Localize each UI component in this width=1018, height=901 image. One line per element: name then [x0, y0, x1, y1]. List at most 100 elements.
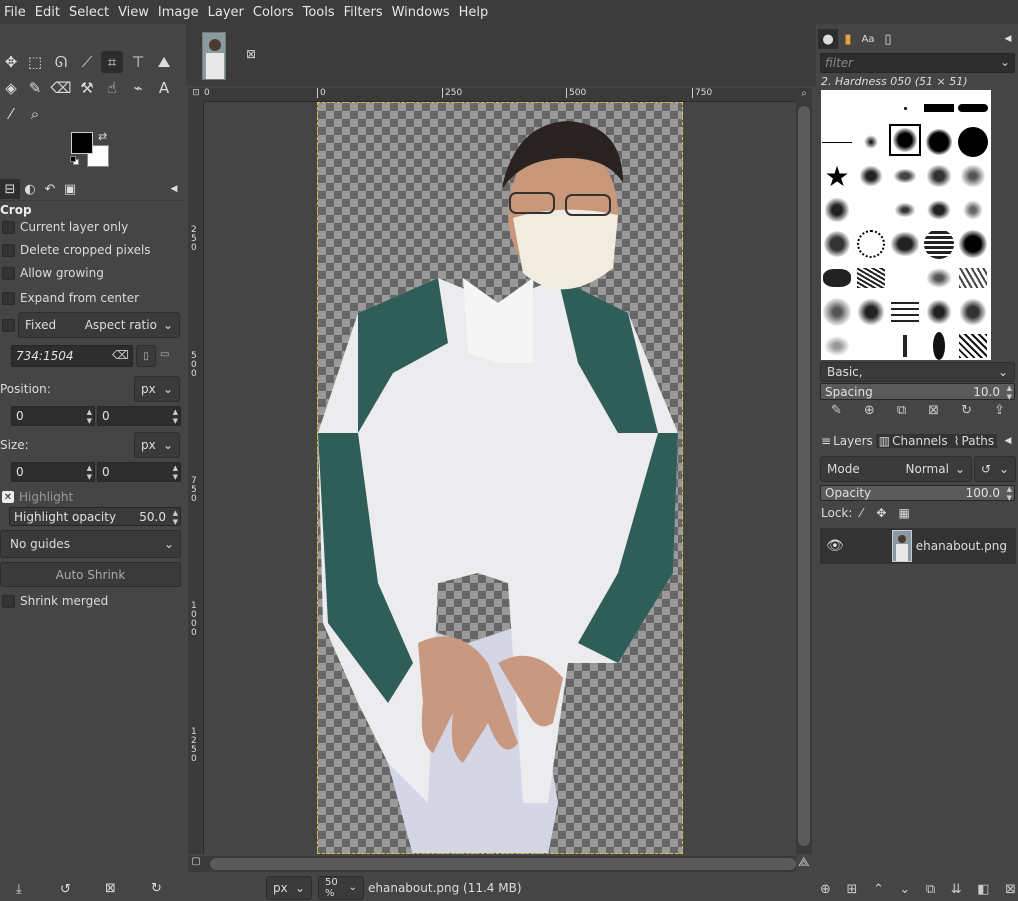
color-picker-tool-icon[interactable]: ⁄ — [0, 103, 22, 125]
swap-colors-icon[interactable]: ⇄ — [98, 130, 107, 143]
brush-item[interactable] — [957, 296, 989, 328]
new-layer-icon[interactable]: ⊕ — [820, 882, 831, 900]
restore-options-icon[interactable]: ↺ — [60, 882, 71, 897]
configure-tab-icon[interactable]: ◀ — [164, 179, 184, 199]
smudge-tool-icon[interactable]: ☝ — [101, 77, 123, 99]
patterns-tab-icon[interactable]: ▮ — [838, 29, 858, 49]
configure-tab-icon[interactable]: ◀ — [998, 29, 1018, 49]
brush-item[interactable] — [821, 330, 853, 362]
brush-grid[interactable]: ★ — [821, 90, 991, 360]
brush-item[interactable] — [855, 160, 887, 192]
menu-edit[interactable]: Edit — [31, 5, 65, 20]
bucket-fill-tool-icon[interactable]: ◈ — [0, 77, 22, 99]
menu-select[interactable]: Select — [65, 5, 114, 20]
crop-tool-icon[interactable]: ⌗ — [101, 51, 123, 73]
brush-item[interactable] — [923, 92, 955, 124]
checkbox-icon[interactable] — [2, 243, 15, 257]
images-tab-icon[interactable]: ▣ — [60, 179, 80, 199]
size-height-input[interactable]: 0 ▲ ▼ — [97, 462, 181, 482]
horizontal-scroll-thumb[interactable] — [210, 858, 796, 870]
brush-item[interactable] — [923, 228, 955, 260]
brush-item[interactable] — [821, 194, 853, 226]
brushes-tab-icon[interactable]: ● — [818, 29, 838, 49]
new-layer-group-icon[interactable]: ⊞ — [846, 882, 857, 900]
aspect-ratio-input[interactable]: 734:1504 ⌫ — [11, 345, 133, 367]
delete-layer-icon[interactable]: ⊠ — [1005, 882, 1016, 900]
lower-layer-icon[interactable]: ⌄ — [899, 882, 910, 900]
fuzzy-select-tool-icon[interactable]: ⟋ — [76, 51, 98, 73]
brush-item[interactable] — [821, 262, 853, 294]
menu-help[interactable]: Help — [455, 5, 494, 20]
brush-item[interactable] — [923, 126, 955, 158]
text-tool-icon[interactable]: A — [153, 77, 175, 99]
unit-dropdown[interactable]: px ⌄ — [266, 875, 312, 900]
delete-brush-icon[interactable]: ⊠ — [928, 403, 939, 421]
shrink-merged-option[interactable]: Shrink merged — [0, 591, 108, 611]
vertical-scroll-thumb[interactable] — [798, 106, 810, 846]
navigate-icon[interactable]: ⟁ — [798, 855, 810, 870]
brush-item[interactable] — [855, 296, 887, 328]
size-unit-dropdown[interactable]: px ⌄ — [134, 432, 180, 458]
brush-item[interactable] — [821, 228, 853, 260]
brush-item-selected[interactable] — [889, 124, 921, 156]
warp-transform-tool-icon[interactable]: ⛰ — [153, 51, 175, 73]
brush-item[interactable] — [889, 330, 921, 362]
vertical-ruler[interactable]: 2 5 0 5 0 0 7 5 0 1 0 0 0 1 2 5 0 — [188, 102, 204, 854]
document-history-tab-icon[interactable]: ▯ — [878, 29, 898, 49]
spacing-slider[interactable]: Spacing 10.0 ▲ ▼ — [820, 383, 1015, 401]
allow-growing-option[interactable]: Allow growing — [0, 263, 104, 283]
layer-opacity-slider[interactable]: Opacity 100.0 ▲ ▼ — [820, 485, 1015, 503]
checked-box-icon[interactable]: ✕ — [2, 491, 14, 503]
paintbrush-tool-icon[interactable]: ✎ — [24, 77, 46, 99]
eraser-tool-icon[interactable]: ⌫ — [50, 77, 72, 99]
expand-from-center-option[interactable]: Expand from center — [0, 288, 139, 308]
brush-item[interactable] — [957, 160, 989, 192]
save-options-icon[interactable]: ⤓ — [16, 882, 22, 897]
brush-item[interactable] — [889, 160, 921, 192]
brush-tag-dropdown[interactable]: Basic, ⌄ — [820, 362, 1015, 382]
clone-tool-icon[interactable]: ⚒ — [76, 77, 98, 99]
brush-item[interactable] — [957, 262, 989, 294]
menu-file[interactable]: File — [0, 5, 31, 20]
duplicate-brush-icon[interactable]: ⧉ — [897, 403, 906, 421]
checkbox-icon[interactable] — [2, 220, 15, 234]
fonts-tab-icon[interactable]: Aa — [858, 29, 878, 49]
landscape-icon[interactable]: ▭ — [160, 349, 169, 360]
merge-layer-icon[interactable]: ⇊ — [951, 882, 962, 900]
fixed-mode-dropdown[interactable]: Fixed Aspect ratio ⌄ — [18, 312, 180, 338]
edit-brush-icon[interactable]: ✎ — [831, 403, 842, 421]
brush-item[interactable] — [957, 126, 989, 158]
checkbox-icon[interactable] — [2, 594, 15, 608]
spin-arrows-icon[interactable]: ▲ ▼ — [1007, 485, 1012, 503]
menu-colors[interactable]: Colors — [249, 5, 299, 20]
auto-shrink-button[interactable]: Auto Shrink — [0, 562, 181, 587]
position-x-input[interactable]: 0 ▲ ▼ — [11, 406, 95, 426]
brush-item[interactable] — [889, 228, 921, 260]
image-tab-thumbnail[interactable] — [202, 32, 226, 80]
brush-item[interactable] — [855, 228, 887, 260]
brush-item[interactable] — [889, 194, 921, 226]
tab-layers[interactable]: ≡ Layers — [818, 434, 876, 448]
layer-mask-icon[interactable]: ◧ — [977, 882, 989, 900]
raise-layer-icon[interactable]: ⌃ — [873, 882, 884, 900]
lock-alpha-icon[interactable]: ▦ — [898, 506, 909, 520]
image-canvas[interactable] — [317, 102, 683, 854]
reset-options-icon[interactable]: ↻ — [151, 881, 162, 896]
delete-cropped-pixels-option[interactable]: Delete cropped pixels — [0, 240, 151, 260]
brush-item[interactable] — [923, 160, 955, 192]
position-y-input[interactable]: 0 ▲ ▼ — [97, 406, 181, 426]
layer-name[interactable]: ehanabout.png — [916, 539, 1007, 553]
brush-item[interactable] — [889, 296, 921, 328]
brush-filter-input[interactable]: filter ⌄ — [820, 53, 1015, 73]
checkbox-icon[interactable] — [2, 266, 15, 280]
duplicate-layer-icon[interactable]: ⧉ — [926, 882, 935, 900]
highlight-option[interactable]: ✕ Highlight — [0, 487, 73, 507]
layer-mode-dropdown[interactable]: Mode Normal ⌄ — [820, 456, 972, 482]
default-colors-icon[interactable] — [70, 156, 79, 165]
spin-arrows-icon[interactable]: ▲ ▼ — [173, 464, 178, 482]
zoom-fit-icon[interactable]: ⌕ — [796, 88, 812, 102]
brush-item[interactable] — [855, 262, 887, 294]
lock-pixels-icon[interactable]: ⁄ — [860, 506, 862, 520]
menu-layer[interactable]: Layer — [204, 5, 249, 20]
quick-mask-icon[interactable]: ▢ — [188, 856, 204, 872]
